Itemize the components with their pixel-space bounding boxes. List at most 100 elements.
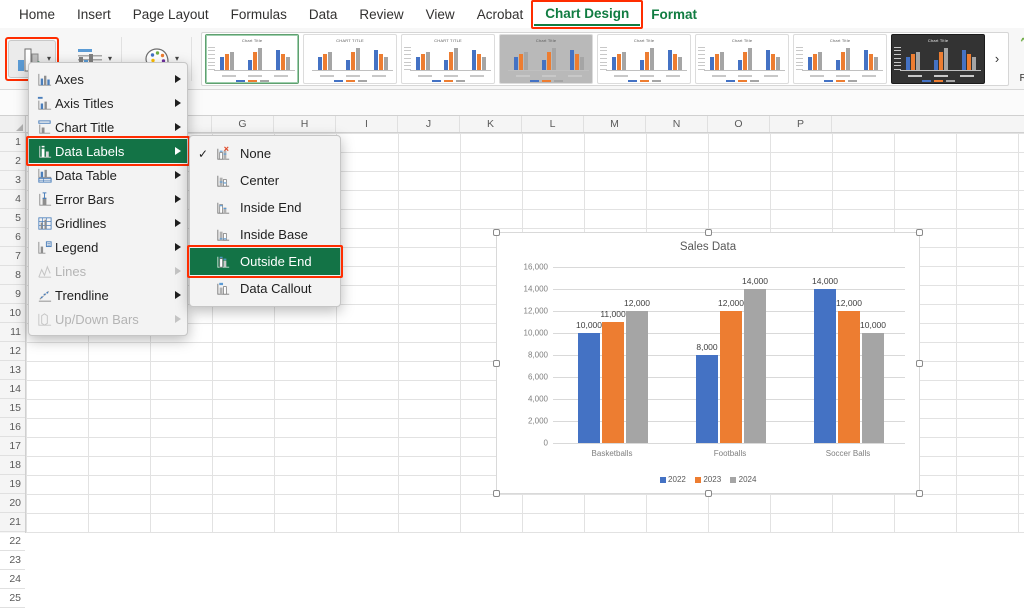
column-header-L[interactable]: L <box>522 116 584 132</box>
menu-item-trendline[interactable]: Trendline <box>29 283 187 307</box>
chart-resize-handle-w[interactable] <box>493 359 500 367</box>
thumbnail-category-labels <box>706 75 784 77</box>
chart-bar[interactable] <box>744 289 766 443</box>
chart-style-thumbnail-6[interactable]: Chart Title <box>695 33 790 84</box>
submenu-arrow-icon <box>175 123 181 131</box>
ribbon-tab-review[interactable]: Review <box>348 4 414 25</box>
row-header-10[interactable]: 10 <box>0 304 25 323</box>
chart-style-thumbnail-2[interactable]: CHART TITLE <box>303 33 398 84</box>
row-header-9[interactable]: 9 <box>0 285 25 304</box>
menu-item-axis-titles[interactable]: Axis Titles <box>29 91 187 115</box>
column-header-G[interactable]: G <box>212 116 274 132</box>
chart-bar[interactable] <box>578 333 600 443</box>
select-all-corner[interactable] <box>0 116 26 132</box>
chart-resize-handle-n[interactable] <box>704 229 712 236</box>
chart-bar[interactable] <box>838 311 860 443</box>
row-header-1[interactable]: 1 <box>0 133 25 152</box>
ribbon-tab-insert[interactable]: Insert <box>66 4 122 25</box>
column-header-I[interactable]: I <box>336 116 398 132</box>
row-header-23[interactable]: 23 <box>0 551 25 570</box>
ribbon-tab-page-layout[interactable]: Page Layout <box>122 4 220 25</box>
row-header-19[interactable]: 19 <box>0 475 25 494</box>
chart-resize-handle-se[interactable] <box>916 490 923 497</box>
column-header-M[interactable]: M <box>584 116 646 132</box>
chart-resize-handle-e[interactable] <box>916 359 923 367</box>
chart-resize-handle-ne[interactable] <box>916 229 923 236</box>
column-header-H[interactable]: H <box>274 116 336 132</box>
submenu-item-none[interactable]: ✓ None <box>190 140 340 167</box>
y-axis-tick-label: 12,000 <box>523 306 548 316</box>
row-header-13[interactable]: 13 <box>0 361 25 380</box>
row-header-12[interactable]: 12 <box>0 342 25 361</box>
chart-style-thumbnail-3[interactable]: CHART TITLE <box>401 33 496 84</box>
chart-style-thumbnail-7[interactable]: Chart Title <box>793 33 888 84</box>
submenu-arrow-icon <box>175 243 181 251</box>
submenu-item-inside-end[interactable]: Inside End <box>190 194 340 221</box>
submenu-item-outside-end[interactable]: Outside End <box>187 245 343 278</box>
submenu-item-inside-base[interactable]: Inside Base <box>190 221 340 248</box>
submenu-item-data-callout[interactable]: Data Callout <box>190 275 340 302</box>
row-header-20[interactable]: 20 <box>0 494 25 513</box>
chart-bar[interactable] <box>696 355 718 443</box>
label-callout-icon <box>212 280 234 297</box>
menu-item-legend[interactable]: Legend <box>29 235 187 259</box>
chart-bar[interactable] <box>720 311 742 443</box>
submenu-item-center[interactable]: Center <box>190 167 340 194</box>
row-header-24[interactable]: 24 <box>0 570 25 589</box>
row-header-2[interactable]: 2 <box>0 152 25 171</box>
chart-bar[interactable] <box>814 289 836 443</box>
row-header-3[interactable]: 3 <box>0 171 25 190</box>
data-labels-submenu[interactable]: ✓ None Center Inside End Inside Base Outside … <box>187 135 343 307</box>
chart-styles-gallery[interactable]: Chart Title CHART TITLE CHART TITLE Chart T… <box>201 31 1010 86</box>
ribbon-tab-format[interactable]: Format <box>640 4 708 25</box>
row-header-4[interactable]: 4 <box>0 190 25 209</box>
chart-resize-handle-nw[interactable] <box>493 229 500 236</box>
row-header-15[interactable]: 15 <box>0 399 25 418</box>
ribbon-tab-home[interactable]: Home <box>8 4 66 25</box>
row-header-8[interactable]: 8 <box>0 266 25 285</box>
menu-item-gridlines[interactable]: Gridlines <box>29 211 187 235</box>
chart-bar[interactable] <box>602 322 624 443</box>
ribbon-tab-data[interactable]: Data <box>298 4 349 25</box>
row-header-18[interactable]: 18 <box>0 456 25 475</box>
row-header-5[interactable]: 5 <box>0 209 25 228</box>
chart-style-thumbnail-8[interactable]: Chart Title <box>891 33 986 84</box>
row-header-22[interactable]: 22 <box>0 532 25 551</box>
menu-item-data-labels[interactable]: Data Labels <box>26 136 190 166</box>
ribbon-tab-formulas[interactable]: Formulas <box>220 4 298 25</box>
thumbnail-plot <box>314 46 392 71</box>
thumbnail-category-labels <box>510 75 588 77</box>
row-header-7[interactable]: 7 <box>0 247 25 266</box>
chart-style-thumbnail-5[interactable]: Chart Title <box>597 33 692 84</box>
menu-item-axes[interactable]: Axes <box>29 67 187 91</box>
chart-bar[interactable] <box>626 311 648 443</box>
column-header-K[interactable]: K <box>460 116 522 132</box>
row-header-25[interactable]: 25 <box>0 589 25 608</box>
chart-resize-handle-sw[interactable] <box>493 490 500 497</box>
column-header-N[interactable]: N <box>646 116 708 132</box>
row-header-6[interactable]: 6 <box>0 228 25 247</box>
row-header-16[interactable]: 16 <box>0 418 25 437</box>
ribbon-tab-chart-design[interactable]: Chart Design <box>534 3 641 26</box>
row-header-14[interactable]: 14 <box>0 380 25 399</box>
row-header-17[interactable]: 17 <box>0 437 25 456</box>
ribbon-tab-acrobat[interactable]: Acrobat <box>466 4 535 25</box>
data-table-icon <box>33 167 55 184</box>
switch-row-column-button[interactable]: S Row <box>1019 33 1024 84</box>
ribbon-tab-view[interactable]: View <box>415 4 466 25</box>
chart-style-thumbnail-4[interactable]: Chart Title <box>499 33 594 84</box>
column-header-P[interactable]: P <box>770 116 832 132</box>
menu-item-data-table[interactable]: Data Table <box>29 163 187 187</box>
menu-item-error-bars[interactable]: Error Bars <box>29 187 187 211</box>
add-chart-element-menu[interactable]: Axes Axis Titles Chart Title Data Labels Dat… <box>26 62 190 336</box>
row-header-21[interactable]: 21 <box>0 513 25 532</box>
chart-resize-handle-s[interactable] <box>704 490 712 497</box>
chart-object[interactable]: Sales Data 0 2,000 4,000 6,000 8,000 10,000 12… <box>493 229 923 497</box>
column-header-J[interactable]: J <box>398 116 460 132</box>
row-header-11[interactable]: 11 <box>0 323 25 342</box>
chart-style-thumbnail-1[interactable]: Chart Title <box>205 33 300 84</box>
column-header-O[interactable]: O <box>708 116 770 132</box>
chart-bar[interactable] <box>862 333 884 443</box>
menu-item-chart-title[interactable]: Chart Title <box>29 115 187 139</box>
gallery-more-button[interactable]: › <box>989 34 1005 84</box>
